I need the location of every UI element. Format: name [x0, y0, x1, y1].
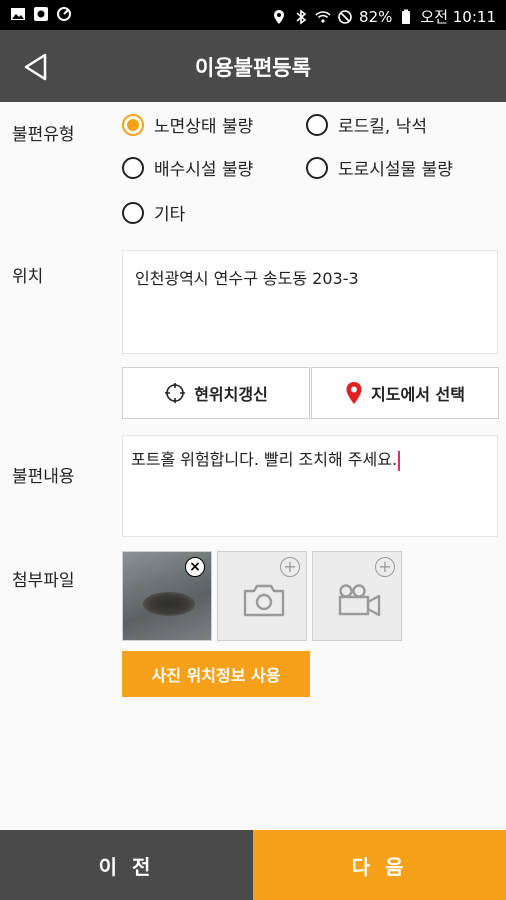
- text-cursor: [398, 450, 401, 471]
- location-icon: [274, 9, 285, 24]
- radio-road-facility[interactable]: 도로시설물 불량: [306, 155, 453, 180]
- status-bar: 82% 오전 10:11: [0, 0, 506, 30]
- plus-icon: +: [375, 557, 395, 577]
- gallery-icon: [11, 8, 25, 20]
- plus-icon: +: [280, 557, 300, 577]
- add-video-button[interactable]: +: [312, 551, 402, 641]
- location-label: 위치: [12, 267, 44, 287]
- radio-label: 배수시설 불량: [154, 160, 254, 180]
- camera-icon: [243, 584, 285, 617]
- type-label: 불편유형: [12, 125, 75, 145]
- battery-icon: [402, 9, 411, 24]
- wifi-icon: [315, 10, 331, 23]
- radio-button[interactable]: [122, 201, 144, 224]
- bottom-navigation: 이 전 다 음: [0, 830, 506, 900]
- sync-icon: [34, 7, 48, 21]
- remove-photo-icon[interactable]: ×: [185, 557, 205, 577]
- radio-label: 기타: [154, 205, 186, 225]
- radio-road-surface[interactable]: 노면상태 불량: [122, 112, 253, 137]
- next-button[interactable]: 다 음: [253, 830, 506, 900]
- radio-label: 로드킬, 낙석: [338, 117, 428, 137]
- page-title: 이용불편등록: [195, 56, 311, 80]
- content-label: 불편내용: [12, 467, 75, 487]
- clock: 오전 10:11: [420, 8, 496, 26]
- radio-label: 노면상태 불량: [154, 117, 254, 137]
- add-photo-button[interactable]: +: [217, 551, 307, 641]
- radio-other[interactable]: 기타: [122, 200, 185, 225]
- crosshair-icon: [165, 383, 186, 403]
- select-on-map-label: 지도에서 선택: [371, 385, 465, 404]
- radio-label: 도로시설물 불량: [338, 160, 453, 180]
- video-camera-icon: [338, 584, 381, 617]
- data-saver-icon: [57, 7, 71, 21]
- refresh-location-button[interactable]: 현위치갱신: [122, 367, 310, 419]
- select-on-map-button[interactable]: 지도에서 선택: [311, 367, 499, 419]
- battery-percent: 82%: [359, 7, 393, 26]
- attachment-label: 첨부파일: [12, 571, 75, 591]
- radio-drainage[interactable]: 배수시설 불량: [122, 155, 253, 180]
- radio-button[interactable]: [306, 113, 328, 136]
- radio-button[interactable]: [306, 156, 328, 179]
- content-textarea[interactable]: 포트홀 위험합니다. 빨리 조치해 주세요.: [122, 435, 498, 537]
- pothole-image: [143, 592, 195, 616]
- radio-button-checked[interactable]: [122, 113, 144, 136]
- refresh-location-label: 현위치갱신: [194, 385, 268, 404]
- app-bar: 이용불편등록: [0, 30, 506, 102]
- content-value: 포트홀 위험합니다. 빨리 조치해 주세요.: [131, 446, 401, 471]
- attached-photo[interactable]: ×: [122, 551, 212, 641]
- map-pin-icon: [346, 382, 362, 404]
- radio-roadkill[interactable]: 로드킬, 낙석: [306, 112, 427, 137]
- bluetooth-icon: [296, 8, 307, 25]
- mute-icon: [338, 9, 352, 24]
- prev-button[interactable]: 이 전: [0, 830, 253, 900]
- use-photo-location-button[interactable]: 사진 위치정보 사용: [122, 651, 310, 697]
- content-text: 포트홀 위험합니다. 빨리 조치해 주세요.: [131, 450, 398, 469]
- location-field[interactable]: 인천광역시 연수구 송도동 203-3: [122, 250, 498, 354]
- location-value: 인천광역시 연수구 송도동 203-3: [135, 269, 359, 288]
- radio-button[interactable]: [122, 156, 144, 179]
